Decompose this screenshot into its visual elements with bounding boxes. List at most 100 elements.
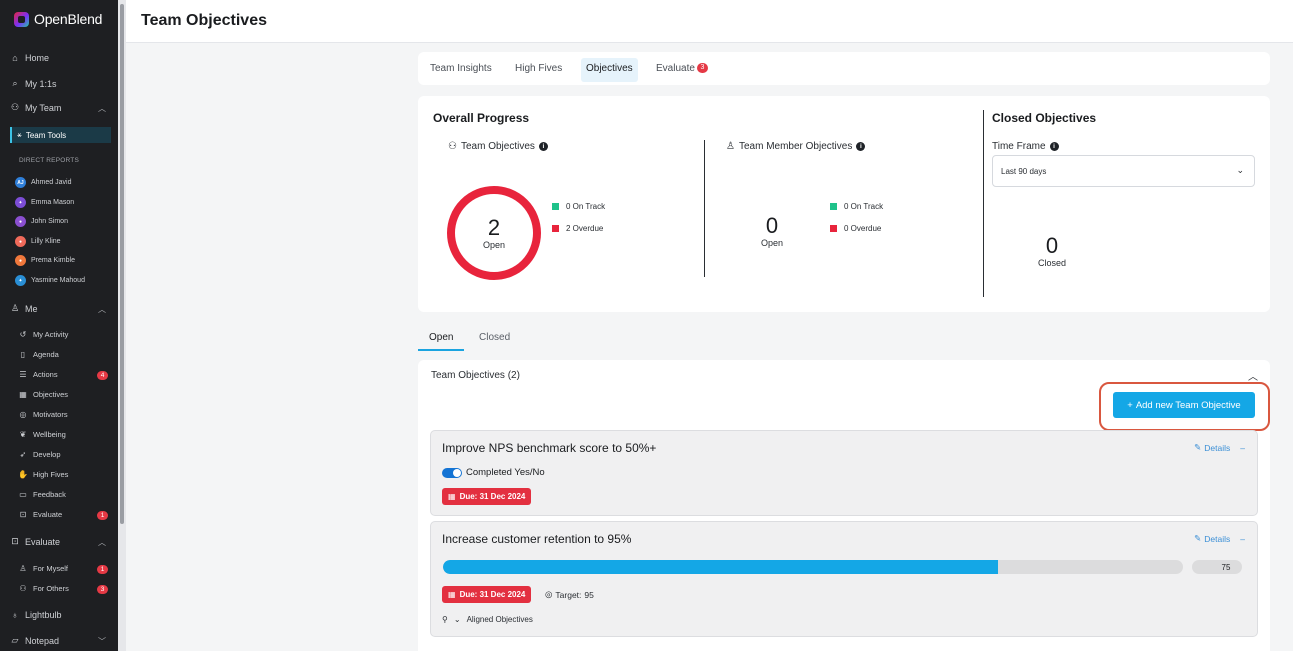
user-edit-icon: ♙ [19, 564, 27, 573]
sidebar-item-evaluate[interactable]: ⊡ Evaluate [10, 536, 60, 547]
tab-team-insights[interactable]: Team Insights [425, 61, 497, 85]
sidebar-item-evaluate-me[interactable]: ⊡ Evaluate [18, 510, 63, 519]
direct-report-emma-mason[interactable]: ✦ Emma Mason [15, 197, 74, 208]
team-icon: ⚇ [10, 102, 20, 112]
sidebar-item-me[interactable]: ♙ Me [10, 303, 38, 314]
sidebar-item-for-others[interactable]: ⚇ For Others [18, 584, 68, 593]
calendar-icon: ▦ [448, 492, 456, 501]
openblend-logo-icon [14, 11, 29, 27]
tab-evaluate[interactable]: Evaluate 3 [651, 61, 713, 85]
team-open-label: Open [482, 240, 506, 250]
aligned-objectives-toggle[interactable]: ⚲ ⌄ Aligned Objectives [442, 615, 533, 624]
completed-toggle[interactable] [442, 468, 462, 478]
direct-report-john-simon[interactable]: ● John Simon [15, 216, 68, 227]
closed-stat: 0 Closed [1022, 233, 1082, 269]
sidebar-item-home[interactable]: ⌂ Home [10, 53, 49, 63]
sidebar-item-feedback[interactable]: ▭ Feedback [18, 490, 66, 499]
objective-title: Increase customer retention to 95% [442, 532, 632, 546]
sidebar-item-notepad[interactable]: ▱ Notepad [10, 635, 60, 646]
sidebar-item-label: High Fives [33, 470, 69, 479]
lightbulb-icon: ♁ [11, 610, 19, 620]
closed-count: 0 [1045, 233, 1059, 258]
on-track-swatch [552, 203, 559, 210]
progress-value: 75 [1192, 560, 1242, 574]
tab-high-fives[interactable]: High Fives [510, 61, 567, 85]
sidebar-scrollbar[interactable] [118, 0, 126, 651]
active-tab-indicator [418, 349, 464, 351]
info-icon[interactable]: i [856, 142, 866, 151]
tab-label: Evaluate [656, 63, 695, 74]
objective-target: ◎ Target: 95 [545, 589, 594, 600]
hierarchy-icon: ⚲ [442, 615, 448, 624]
info-icon[interactable]: i [1049, 142, 1059, 151]
tab-objectives[interactable]: Objectives [581, 58, 638, 82]
sidebar-item-label: Team Tools [25, 130, 67, 140]
team-overdue-text: 2 Overdue [566, 224, 604, 233]
clipboard-icon: ▯ [20, 350, 26, 359]
sidebar-item-label: Motivators [33, 410, 68, 419]
sidebar-item-objectives[interactable]: ▦ Objectives [18, 390, 68, 399]
chevron-up-icon[interactable]: ︿ [98, 304, 106, 315]
chevron-up-icon[interactable]: ︿ [98, 537, 106, 548]
chevron-up-icon[interactable]: ︿ [98, 103, 106, 114]
sidebar-item-my-team[interactable]: ⚇ My Team [10, 102, 110, 113]
scrollbar-thumb[interactable] [120, 4, 124, 524]
team-objectives-heading: ⚇ Team Objectives i [448, 141, 548, 152]
objective-details-link[interactable]: ✎ Details – [1194, 533, 1245, 544]
sidebar-item-wellbeing[interactable]: ❦ Wellbeing [18, 430, 66, 439]
tab-closed[interactable]: Closed [479, 332, 510, 343]
chevron-down-icon[interactable]: ﹀ [98, 636, 106, 647]
collapse-icon[interactable]: – [1240, 443, 1245, 453]
objective-details-link[interactable]: ✎ Details – [1194, 442, 1245, 453]
sidebar-item-high-fives[interactable]: ✋ High Fives [18, 470, 68, 479]
sidebar: OpenBlend ⌂ Home ⌕ My 1:1s ⚇ My Team ︿ ⚹… [0, 0, 118, 651]
sidebar-item-label: My 1:1s [25, 78, 57, 89]
sidebar-item-develop[interactable]: ➶ Develop [18, 450, 61, 459]
sidebar-item-actions[interactable]: ☰ Actions [18, 370, 57, 379]
team-on-track-text: 0 On Track [566, 202, 606, 211]
sidebar-item-lightbulb[interactable]: ♁ Lightbulb [10, 610, 62, 620]
sidebar-item-label: Evaluate [25, 536, 61, 547]
app-logo[interactable]: OpenBlend [14, 11, 102, 27]
member-on-track-text: 0 On Track [844, 202, 884, 211]
direct-report-name: Prema Kimble [31, 257, 75, 264]
plus-icon: + [1127, 399, 1133, 411]
direct-report-prema-kimble[interactable]: ● Prema Kimble [15, 255, 75, 266]
add-team-objective-button[interactable]: + Add new Team Objective [1113, 392, 1255, 418]
sidebar-item-motivators[interactable]: ◎ Motivators [18, 410, 68, 419]
direct-reports-label: DIRECT REPORTS [19, 157, 79, 164]
calendar-icon: ▦ [448, 590, 456, 599]
sidebar-item-for-myself[interactable]: ♙ For Myself [18, 564, 68, 573]
divider [983, 110, 984, 297]
member-open-label: Open [760, 238, 784, 248]
chat-icon: ⌕ [12, 78, 18, 88]
user-icon: ♙ [10, 303, 20, 313]
target-label: Target: [555, 589, 582, 600]
time-frame-select[interactable]: Last 90 days ⌄ [992, 155, 1255, 187]
sidebar-item-my-1on1s[interactable]: ⌕ My 1:1s [10, 78, 57, 89]
sidebar-item-my-activity[interactable]: ↺ My Activity [18, 330, 69, 339]
target-icon: ◎ [19, 410, 27, 419]
avatar: ✦ [15, 275, 26, 286]
sidebar-item-team-tools[interactable]: ⚹ Team Tools [10, 127, 111, 143]
member-on-track-legend: 0 On Track [830, 202, 883, 211]
time-frame-label: Time Frame [992, 141, 1046, 152]
info-icon[interactable]: i [538, 142, 548, 151]
direct-report-ahmed-javid[interactable]: AJ Ahmed Javid [15, 177, 71, 188]
sidebar-item-label: Develop [33, 450, 61, 459]
direct-report-lilly-kline[interactable]: ● Lilly Kline [15, 236, 61, 247]
avatar: ● [15, 236, 26, 247]
evaluate-tab-badge: 3 [696, 63, 708, 73]
chevron-up-icon[interactable]: ︿ [1248, 368, 1258, 383]
overall-progress-title: Overall Progress [433, 111, 530, 125]
direct-report-yasmine-mahoud[interactable]: ✦ Yasmine Mahoud [15, 275, 85, 286]
due-date-badge: ▦ Due: 31 Dec 2024 [442, 488, 532, 505]
sidebar-item-agenda[interactable]: ▯ Agenda [18, 350, 59, 359]
notepad-icon: ▱ [11, 635, 19, 645]
tab-open[interactable]: Open [429, 332, 453, 343]
avatar: ● [15, 216, 26, 227]
sidebar-item-label: Wellbeing [33, 430, 66, 439]
objective-card[interactable]: Improve NPS benchmark score to 50%+ ✎ De… [430, 430, 1258, 516]
collapse-icon[interactable]: – [1240, 534, 1245, 544]
objective-card[interactable]: Increase customer retention to 95% ✎ Det… [430, 521, 1258, 637]
